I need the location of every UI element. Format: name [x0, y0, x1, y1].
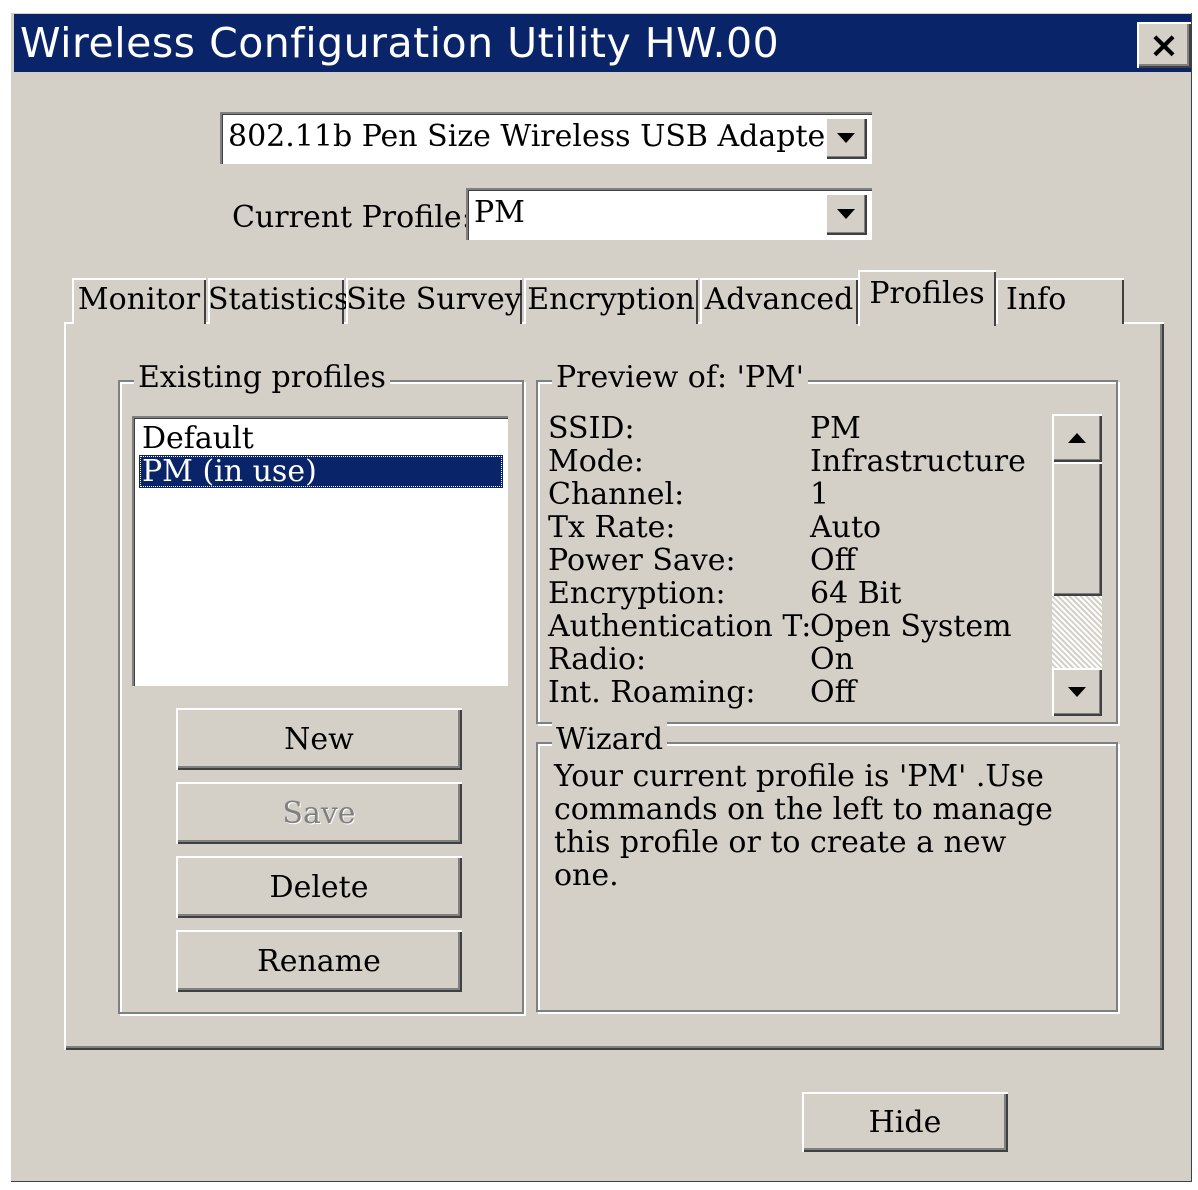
wizard-message: Your current profile is 'PM' .Use comman… [554, 759, 1053, 893]
hide-button[interactable]: Hide [802, 1092, 1008, 1152]
arrow-up-icon [1068, 433, 1086, 443]
preview-value-int-roaming: Off [810, 675, 856, 710]
preview-value-authentication: Open System [810, 609, 1012, 644]
window-title: Wireless Configuration Utility HW.00 [20, 19, 780, 67]
save-button-label: Save [282, 795, 356, 831]
preview-value-encryption: 64 Bit [810, 576, 902, 611]
preview-value-tx-rate: Auto [810, 510, 882, 545]
preview-key-mode: Mode: [548, 444, 644, 479]
adapter-select-value: 802.11b Pen Size Wireless USB Adapter [228, 119, 840, 154]
tab-info[interactable]: Info [996, 278, 1124, 324]
adapter-select[interactable]: 802.11b Pen Size Wireless USB Adapter [220, 112, 872, 164]
preview-value-radio: On [810, 642, 854, 677]
scroll-up-button[interactable] [1052, 414, 1102, 462]
preview-value-power-save: Off [810, 543, 856, 578]
preview-key-int-roaming: Int. Roaming: [548, 675, 756, 710]
tab-advanced[interactable]: Advanced [700, 278, 858, 324]
current-profile-select[interactable]: PM [466, 188, 872, 240]
new-button-label: New [284, 721, 354, 757]
save-button: Save [176, 782, 462, 844]
chevron-down-icon [837, 133, 855, 143]
tab-statistics[interactable]: Statistics [208, 278, 349, 324]
preview-value-channel: 1 [810, 477, 830, 512]
wizard-title: Wizard [552, 722, 668, 758]
chevron-down-icon [837, 209, 855, 219]
new-button[interactable]: New [176, 708, 462, 770]
preview-key-authentication: Authentication T: [548, 609, 812, 644]
hide-button-label: Hide [868, 1104, 942, 1140]
list-item[interactable]: PM (in use) [139, 455, 503, 488]
rename-button[interactable]: Rename [176, 930, 462, 992]
close-button[interactable]: × [1137, 22, 1191, 68]
preview-key-ssid: SSID: [548, 411, 635, 446]
preview-key-channel: Channel: [548, 477, 685, 512]
preview-key-encryption: Encryption: [548, 576, 726, 611]
list-item[interactable]: Default [139, 422, 503, 455]
preview-title: Preview of: 'PM' [552, 360, 808, 396]
tab-encryption[interactable]: Encryption [524, 278, 698, 324]
current-profile-label: Current Profile: [232, 200, 472, 235]
preview-scrollbar[interactable] [1052, 414, 1102, 716]
rename-button-label: Rename [257, 943, 381, 979]
tab-site-survey[interactable]: Site Survey [346, 278, 522, 324]
tab-profiles[interactable]: Profiles [858, 270, 996, 326]
profiles-listbox[interactable]: Default PM (in use) [132, 416, 508, 686]
adapter-dropdown-button[interactable] [825, 117, 867, 159]
close-icon: × [1148, 24, 1180, 66]
delete-button[interactable]: Delete [176, 856, 462, 918]
delete-button-label: Delete [269, 869, 369, 905]
scrollbar-thumb[interactable] [1052, 462, 1102, 596]
preview-value-mode: Infrastructure [810, 444, 1026, 479]
scroll-down-button[interactable] [1052, 668, 1102, 716]
preview-key-tx-rate: Tx Rate: [548, 510, 676, 545]
preview-value-ssid: PM [810, 411, 861, 446]
tab-monitor[interactable]: Monitor [72, 278, 206, 324]
arrow-down-icon [1068, 687, 1086, 697]
preview-key-radio: Radio: [548, 642, 647, 677]
preview-key-power-save: Power Save: [548, 543, 736, 578]
current-profile-dropdown-button[interactable] [825, 193, 867, 235]
current-profile-value: PM [474, 195, 525, 230]
existing-profiles-title: Existing profiles [134, 360, 390, 396]
